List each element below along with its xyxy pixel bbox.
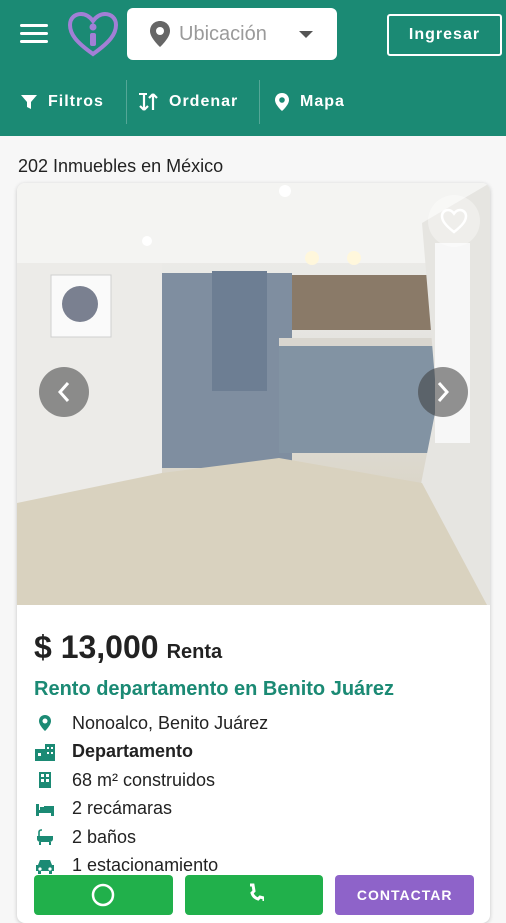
phone-icon (250, 883, 264, 901)
listing-card[interactable]: $ 13,000 Renta Rento departamento en Ben… (17, 183, 490, 923)
detail-area-text: 68 m² construidos (72, 769, 216, 790)
car-icon (36, 859, 54, 874)
price-amount: $ 13,000 (34, 629, 159, 665)
menu-icon[interactable] (20, 24, 48, 44)
whatsapp-icon (92, 883, 115, 907)
listing-photo[interactable] (17, 183, 490, 605)
toolbar: Filtros Ordenar Mapa (0, 80, 506, 124)
bathtub-icon (37, 829, 53, 846)
detail-type-text: Departamento (72, 741, 194, 762)
results-count: 202 Inmuebles en México (18, 156, 224, 176)
contact-button[interactable]: CONTACTAR (335, 875, 475, 915)
app-header: Ubicación Ingresar Filtros Ordenar Mapa (0, 0, 506, 136)
map-pin-icon (275, 93, 289, 111)
detail-parking-text: 1 estacionamiento (72, 855, 219, 876)
sort-label: Ordenar (169, 93, 239, 110)
detail-bedrooms: 2 recámaras (34, 795, 473, 824)
location-selector[interactable]: Ubicación (127, 8, 337, 60)
heart-icon (440, 208, 468, 234)
bed-icon (36, 803, 54, 816)
detail-location: Nonoalco, Benito Juárez (34, 709, 473, 738)
favorite-button[interactable] (428, 195, 480, 247)
location-placeholder: Ubicación (179, 22, 267, 45)
building-icon (35, 743, 55, 761)
detail-area: 68 m² construidos (34, 766, 473, 795)
detail-bathrooms-text: 2 baños (72, 826, 137, 847)
listing-actions: CONTACTAR (34, 875, 475, 915)
listing-title[interactable]: Rento departamento en Benito Juárez (34, 678, 473, 701)
operation-type: Renta (166, 641, 223, 663)
listing-price: $ 13,000 Renta (34, 629, 473, 666)
sort-button[interactable]: Ordenar (127, 80, 259, 124)
next-photo-button[interactable] (418, 367, 468, 417)
filter-icon (21, 95, 37, 109)
whatsapp-button[interactable] (34, 875, 173, 915)
map-label: Mapa (300, 93, 345, 110)
filters-button[interactable]: Filtros (0, 80, 126, 124)
area-icon (39, 772, 51, 789)
map-button[interactable]: Mapa (260, 80, 345, 124)
detail-bedrooms-text: 2 recámaras (72, 798, 173, 819)
location-pin-icon (150, 21, 170, 47)
login-button[interactable]: Ingresar (387, 14, 502, 56)
logo[interactable] (66, 10, 120, 58)
listing-info: $ 13,000 Renta Rento departamento en Ben… (17, 605, 490, 880)
detail-location-text: Nonoalco, Benito Juárez (72, 712, 269, 733)
location-pin-icon (39, 715, 51, 732)
detail-type: Departamento (34, 738, 473, 767)
sort-icon (139, 93, 158, 111)
call-button[interactable] (184, 875, 324, 915)
chevron-right-icon (437, 382, 450, 402)
filters-label: Filtros (48, 93, 104, 110)
chevron-left-icon (57, 382, 70, 402)
chevron-down-icon (299, 30, 313, 38)
previous-photo-button[interactable] (39, 367, 89, 417)
detail-bathrooms: 2 baños (34, 823, 473, 852)
